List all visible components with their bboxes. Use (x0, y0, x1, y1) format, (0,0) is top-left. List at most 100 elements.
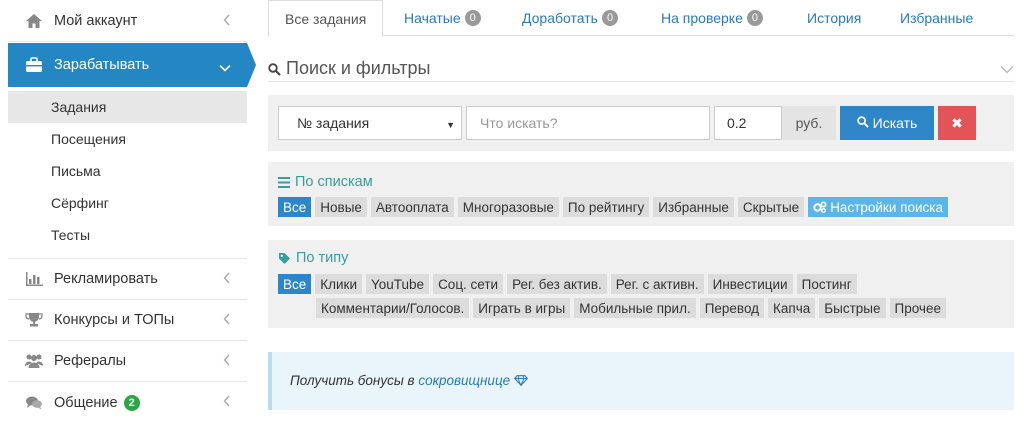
type-tag[interactable]: Капча (768, 298, 816, 318)
search-filter-bar: № задания ▼ руб. Искать ✖ (268, 95, 1014, 151)
bonus-text: Получить бонусы в сокровищнице (290, 373, 528, 389)
sidebar-item-label: Рефералы (54, 353, 127, 369)
type-tag[interactable]: Рег. без актив. (507, 274, 607, 294)
tab-label: На проверке (661, 10, 743, 26)
users-icon (24, 351, 44, 371)
tag-icon (278, 252, 291, 265)
currency-addon: руб. (782, 106, 836, 140)
tab-label: Доработать (522, 10, 598, 26)
types-title: По типу (278, 250, 348, 266)
sidebar-item-advertise[interactable]: Рекламировать (8, 258, 247, 300)
sidebar-item-label: Конкурсы и ТОПы (54, 312, 175, 328)
submenu-item-letters[interactable]: Письма (8, 155, 247, 187)
count-badge: 0 (464, 10, 481, 26)
list-tags: Все Новые Автооплата Многоразовые По рей… (278, 197, 952, 217)
sidebar-item-contests[interactable]: Конкурсы и ТОПы (8, 300, 247, 341)
trophy-icon (24, 310, 44, 330)
briefcase-icon (24, 55, 44, 75)
search-button[interactable]: Искать (840, 106, 934, 140)
count-badge: 0 (746, 10, 763, 26)
types-title-label: По типу (296, 250, 349, 266)
type-tag[interactable]: Соц. сети (433, 274, 504, 294)
type-tag[interactable]: Рег. с активн. (610, 274, 704, 294)
type-tags-row-1: Все Клики YouTube Соц. сети Рег. без акт… (278, 274, 861, 294)
lists-title: По спискам (278, 174, 373, 190)
chevron-left-icon (223, 354, 231, 370)
tab-rework[interactable]: Доработать 0 (522, 0, 619, 36)
sidebar-item-referrals[interactable]: Рефералы (8, 341, 247, 382)
tab-label: Начатые (404, 10, 461, 26)
chevron-left-icon (223, 313, 231, 329)
search-panel-header[interactable]: Поиск и фильтры (268, 56, 1014, 82)
unread-badge: 2 (123, 394, 140, 411)
type-tag[interactable]: Прочее (889, 298, 946, 318)
type-tag[interactable]: Инвестиции (707, 274, 793, 294)
chevron-left-icon (223, 14, 231, 30)
submenu-item-tests[interactable]: Тесты (8, 219, 247, 251)
chevron-left-icon (223, 272, 231, 288)
home-icon (24, 11, 44, 31)
tab-favorites[interactable]: Избранные (900, 0, 973, 36)
task-tabs: Все задания Начатые 0 Доработать 0 На пр… (268, 0, 1014, 37)
type-tag[interactable]: YouTube (366, 274, 430, 294)
sidebar-item-label: Рекламировать (54, 271, 158, 287)
list-tag[interactable]: Скрытые (737, 197, 805, 217)
sidebar-item-chat[interactable]: Общение 2 (8, 382, 247, 423)
type-tag[interactable]: Играть в игры (473, 298, 571, 318)
tab-label: Все задания (285, 10, 367, 27)
search-settings-label: Настройки поиска (830, 199, 943, 215)
type-tags-row-2: Комментарии/Голосов. Играть в игры Мобил… (316, 298, 950, 318)
min-price-input[interactable] (714, 106, 782, 140)
sidebar-item-earn[interactable]: Зарабатывать (8, 43, 247, 87)
list-tag[interactable]: Новые (315, 197, 367, 217)
sidebar-item-label: Зарабатывать (54, 57, 150, 73)
lists-title-label: По спискам (295, 174, 373, 190)
search-settings-button[interactable]: Настройки поиска (808, 197, 948, 217)
chevron-down-icon[interactable] (1000, 61, 1014, 77)
tab-started[interactable]: Начатые 0 (404, 0, 481, 36)
bonus-text-label: Получить бонусы в (290, 373, 419, 388)
sidebar: Мой аккаунт Зарабатывать Задания Посещен… (0, 0, 256, 423)
list-tag[interactable]: Избранные (653, 197, 734, 217)
search-icon (268, 63, 281, 79)
tab-all-tasks[interactable]: Все задания (268, 0, 384, 37)
submenu: Задания Посещения Письма Сёрфинг Тесты (8, 91, 247, 251)
bar-chart-icon (24, 269, 44, 289)
list-tag[interactable]: Все (278, 197, 312, 217)
type-tag[interactable]: Комментарии/Голосов. (316, 298, 470, 318)
list-tag[interactable]: Многоразовые (457, 197, 559, 217)
count-badge: 0 (601, 10, 619, 26)
search-input[interactable] (466, 106, 710, 140)
type-tag[interactable]: Все (278, 274, 312, 294)
submenu-item-visits[interactable]: Посещения (8, 123, 247, 155)
type-tag[interactable]: Быстрые (819, 298, 886, 318)
filter-by-lists: По спискам Все Новые Автооплата Многораз… (268, 162, 1014, 226)
list-tag[interactable]: Автооплата (370, 197, 454, 217)
submenu-item-surfing[interactable]: Сёрфинг (8, 187, 247, 219)
tab-label: Избранные (900, 10, 974, 26)
list-icon (278, 176, 290, 188)
bonus-notice: Получить бонусы в сокровищнице (268, 352, 1014, 410)
tab-review[interactable]: На проверке 0 (661, 0, 763, 36)
diamond-icon (513, 374, 528, 389)
sidebar-item-label: Общение (54, 394, 118, 411)
gears-icon (813, 201, 827, 213)
sidebar-item-label: Мой аккаунт (54, 13, 138, 29)
tab-history[interactable]: История (807, 0, 861, 36)
type-tag[interactable]: Мобильные прил. (574, 298, 696, 318)
type-tag[interactable]: Постинг (796, 274, 857, 294)
clear-filter-button[interactable]: ✖ (938, 106, 976, 140)
search-button-label: Искать (872, 115, 918, 131)
caret-down-icon: ▼ (446, 120, 455, 130)
submenu-item-tasks[interactable]: Задания (8, 91, 247, 123)
treasury-link[interactable]: сокровищнице (418, 373, 510, 388)
search-field-select[interactable]: № задания ▼ (278, 106, 462, 140)
type-tag[interactable]: Перевод (699, 298, 765, 318)
chevron-left-icon (223, 395, 231, 411)
list-tag[interactable]: По рейтингу (562, 197, 650, 217)
type-tag[interactable]: Клики (315, 274, 362, 294)
active-indicator-arrow (247, 43, 256, 87)
sidebar-item-account[interactable]: Мой аккаунт (8, 1, 247, 42)
select-value: № задания (297, 115, 370, 131)
search-panel-title: Поиск и фильтры (286, 58, 431, 78)
